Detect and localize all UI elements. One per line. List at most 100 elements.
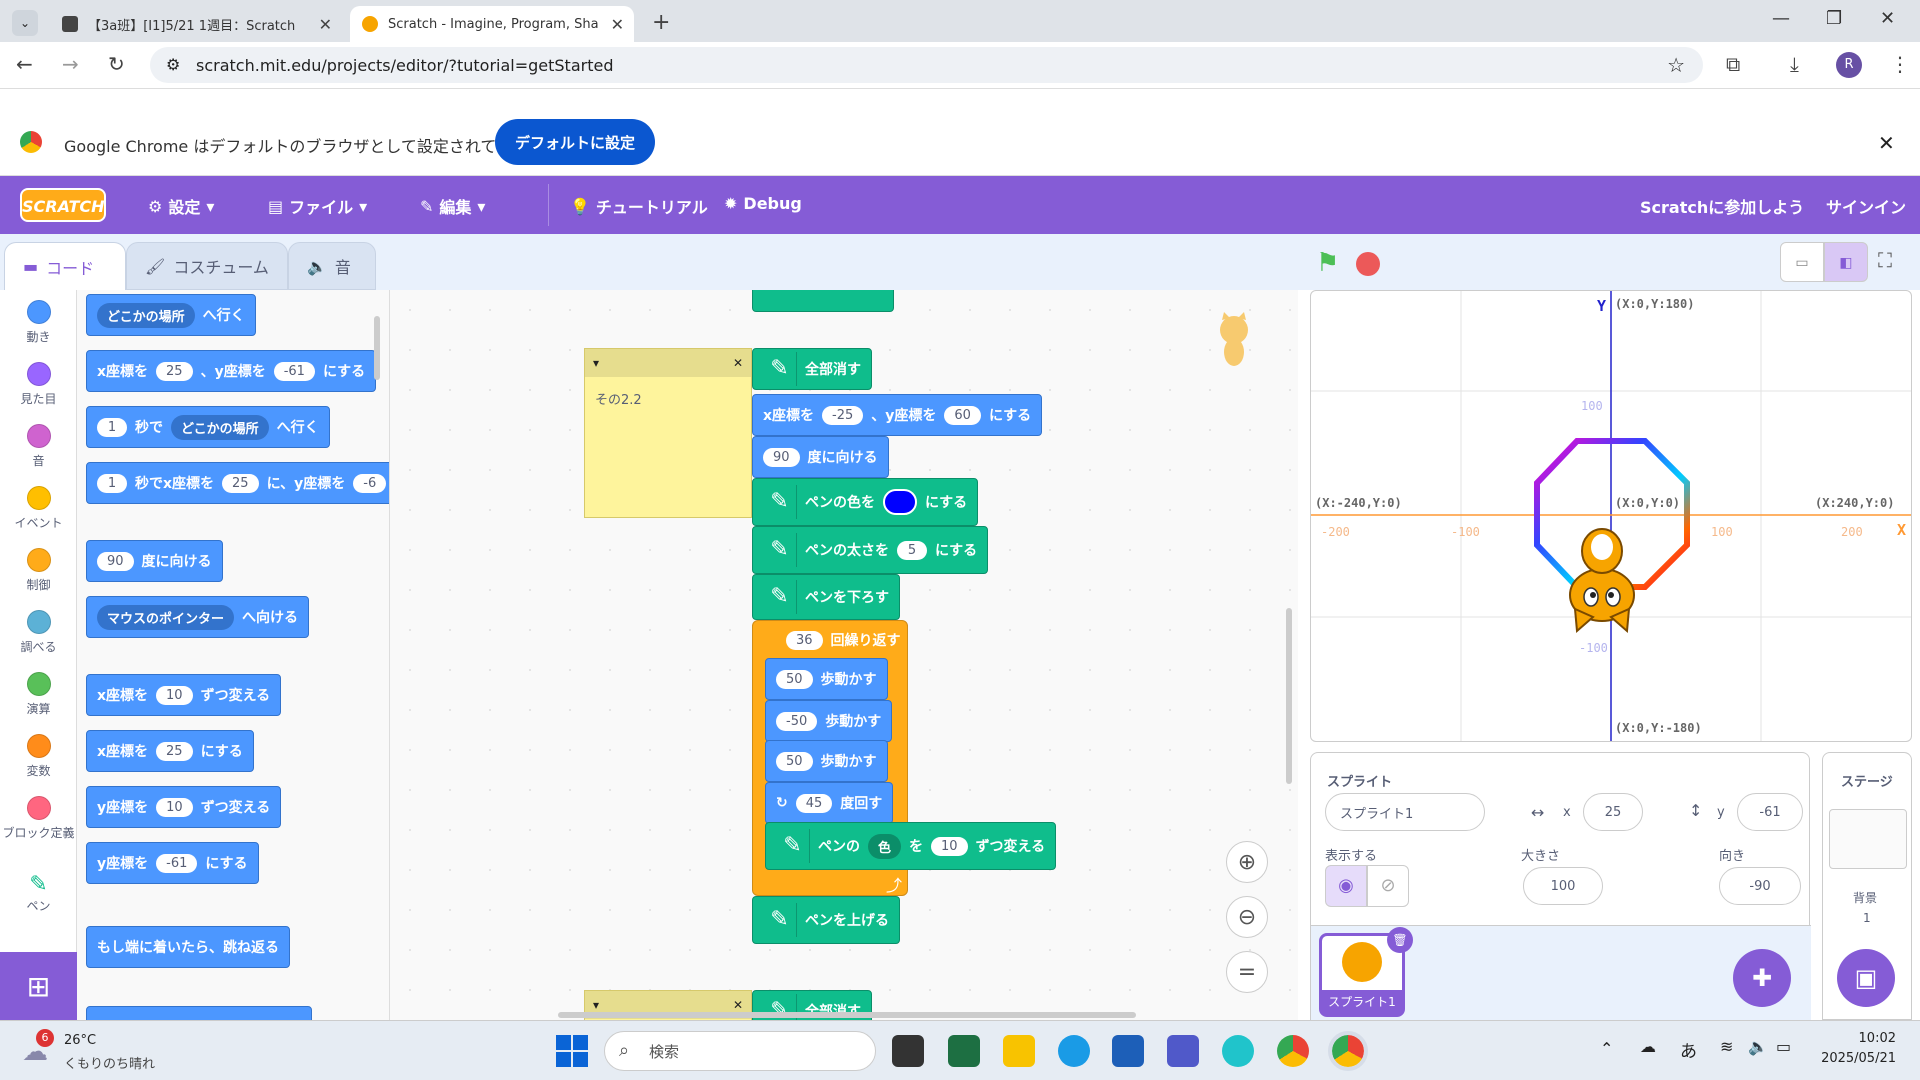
dx-input[interactable]: 10 (156, 685, 193, 705)
degrees-input[interactable]: 45 (795, 793, 833, 813)
file-menu[interactable]: ▤ ファイル ▾ (268, 194, 367, 218)
color-swatch[interactable] (883, 489, 917, 515)
edit-menu[interactable]: ✎ 編集 ▾ (420, 194, 485, 218)
store-icon[interactable] (1112, 1035, 1144, 1067)
y-input[interactable]: 60 (944, 405, 981, 425)
stage-canvas[interactable]: (X:0,Y:180) (X:0,Y:-180) (X:-240,Y:0) (X… (1310, 290, 1912, 742)
block-change-pen[interactable]: ✎ ペンの色を 10 ずつ変える (765, 822, 1057, 870)
chrome-icon[interactable] (1277, 1035, 1309, 1067)
restore-icon[interactable]: ❐ (1826, 8, 1842, 29)
collapse-caret-icon[interactable]: ▾ (593, 356, 599, 370)
fullscreen-icon[interactable]: ⛶ (1878, 248, 1892, 272)
sprite-name-input[interactable]: スプライト1 (1325, 793, 1485, 831)
add-backdrop-button[interactable]: ▣ (1837, 949, 1895, 1007)
block-pen-down[interactable]: ✎ ペンを下ろす (752, 574, 900, 620)
scratch-logo[interactable]: SCRATCH (20, 188, 106, 222)
excel-icon[interactable] (948, 1035, 980, 1067)
onedrive-icon[interactable]: ☁ (1640, 1037, 1656, 1056)
debug-menu[interactable]: ✹ Debug (724, 194, 802, 213)
block-goto[interactable]: どこかの場所 へ行く (86, 294, 256, 336)
block-move-1[interactable]: 50 歩動かす (765, 658, 888, 700)
settings-menu[interactable]: ⚙ 設定 ▾ (148, 194, 214, 218)
comment-close-icon[interactable]: ✕ (733, 356, 743, 370)
block-change-y[interactable]: y座標を 10 ずつ変える (86, 786, 282, 828)
ime-indicator[interactable]: あ (1680, 1037, 1697, 1062)
steps-input[interactable]: -50 (776, 711, 818, 731)
battery-icon[interactable]: ▭ (1776, 1037, 1791, 1056)
x-input[interactable]: 25 (1583, 793, 1643, 831)
block-move-2[interactable]: -50 歩動かす (765, 700, 893, 742)
times-input[interactable]: 36 (786, 630, 823, 650)
show-hidden-button[interactable]: ⊘ (1367, 865, 1409, 907)
block-turn[interactable]: ↻ 45 度回す (765, 782, 894, 824)
pen-param-dropdown[interactable]: 色 (868, 833, 902, 859)
block-pen-up[interactable]: ✎ ペンを上げる (752, 896, 900, 944)
code-workspace[interactable]: ▾ ✕ その2.2 ✎ 全部消す x座標を -25 、y座標を 60 にする 90 度に向ける… (390, 290, 1298, 1020)
x-input[interactable]: 25 (156, 741, 193, 761)
x-input[interactable]: 25 (156, 361, 193, 381)
category-variables[interactable]: 変数 (0, 734, 77, 779)
block-set-y[interactable]: y座標を -61 にする (86, 842, 259, 884)
comment-close-icon[interactable]: ✕ (733, 998, 743, 1012)
extensions-icon[interactable]: ⧉ (1726, 52, 1740, 76)
steps-input[interactable]: 50 (776, 751, 813, 771)
category-control[interactable]: 制御 (0, 548, 77, 593)
cat-sprite[interactable] (1547, 515, 1657, 635)
block-set-xy-script[interactable]: x座標を -25 、y座標を 60 にする (752, 394, 1043, 436)
chrome-active-icon[interactable] (1328, 1031, 1368, 1071)
tab-scratch[interactable]: Scratch - Imagine, Program, Sha ✕ (350, 6, 634, 42)
glide-dropdown[interactable]: どこかの場所 (171, 414, 269, 440)
teams-icon[interactable] (1167, 1035, 1199, 1067)
block-bounce[interactable]: もし端に着いたら、跳ね返る (86, 926, 290, 968)
block-clear[interactable]: ✎ 全部消す (752, 348, 872, 390)
block-set-pen-size[interactable]: ✎ ペンの太さを 5 にする (752, 526, 989, 574)
close-tab-icon[interactable]: ✕ (611, 15, 624, 34)
comment-text[interactable]: その2.2 (585, 377, 751, 420)
stage-thumbnail[interactable] (1829, 809, 1907, 869)
block-point-direction[interactable]: 90 度に向ける (86, 540, 223, 582)
category-pen[interactable]: ✎ ペン (0, 872, 77, 914)
profile-avatar[interactable]: R (1836, 52, 1862, 78)
infobar-close-icon[interactable]: ✕ (1878, 131, 1895, 155)
tutorial-menu[interactable]: 💡 チュートリアル (570, 194, 708, 218)
small-stage-button[interactable]: ▭ (1780, 242, 1824, 282)
category-sound[interactable]: 音 (0, 424, 77, 469)
palette-scrollbar[interactable] (374, 316, 380, 380)
x-input[interactable]: 25 (222, 473, 259, 493)
category-operators[interactable]: 演算 (0, 672, 77, 717)
comment-header[interactable]: ▾ ✕ (585, 349, 751, 377)
secs-input[interactable]: 1 (97, 417, 127, 437)
secs-input[interactable]: 1 (97, 473, 127, 493)
windows-start-icon[interactable] (556, 1035, 588, 1067)
zoom-out-button[interactable]: ⊖ (1226, 896, 1268, 938)
join-scratch-link[interactable]: Scratchに参加しよう (1640, 194, 1804, 218)
sign-in-link[interactable]: サインイン (1826, 194, 1906, 218)
tab-code[interactable]: ▬ コード (4, 242, 126, 290)
normal-stage-button[interactable]: ◧ (1824, 242, 1868, 282)
block-set-x[interactable]: x座標を 25 にする (86, 730, 254, 772)
close-tab-icon[interactable]: ✕ (319, 15, 332, 34)
workspace-vscrollbar[interactable] (1286, 608, 1292, 784)
url-bar[interactable]: ⚙ scratch.mit.edu/projects/editor/?tutor… (150, 47, 1703, 83)
zoom-in-button[interactable]: ⊕ (1226, 841, 1268, 883)
block-partial-top[interactable] (752, 290, 894, 312)
add-sprite-button[interactable]: ✚ (1733, 949, 1791, 1007)
category-my-blocks[interactable]: ブロック定義 (0, 796, 77, 841)
minimize-icon[interactable]: — (1772, 8, 1790, 29)
zoom-reset-button[interactable]: = (1226, 951, 1268, 993)
direction-input[interactable]: 90 (763, 447, 800, 467)
tab-classroom[interactable]: 【3a班】[I1]5/21 1週目：Scratch ✕ (50, 6, 342, 42)
taskbar-search[interactable]: ⌕ 検索 (604, 1031, 876, 1071)
tab-sounds[interactable]: 🔈 音 (288, 242, 376, 290)
add-extension-button[interactable]: ⊞ (0, 952, 77, 1020)
stop-icon[interactable] (1356, 252, 1380, 276)
download-icon[interactable]: ⤓ (1790, 52, 1799, 76)
block-change-x[interactable]: x座標を 10 ずつ変える (86, 674, 282, 716)
menu-kebab-icon[interactable]: ⋮ (1890, 52, 1910, 76)
back-icon[interactable]: ← (16, 52, 33, 76)
block-move-3[interactable]: 50 歩動かす (765, 740, 888, 782)
site-settings-icon[interactable]: ⚙ (166, 55, 180, 74)
comment-note[interactable]: ▾ ✕ その2.2 (584, 348, 752, 518)
volume-icon[interactable]: 🔈 (1748, 1037, 1768, 1056)
dy-input[interactable]: 10 (156, 797, 193, 817)
